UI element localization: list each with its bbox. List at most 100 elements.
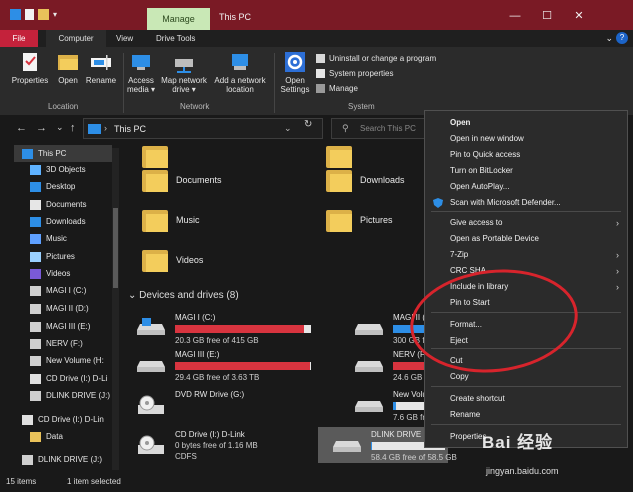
drive-item[interactable]: CD Drive (I:) D-Link 0 bytes free of 1.16… (122, 427, 312, 463)
nav-item[interactable]: Music (22, 230, 112, 247)
nav-item[interactable]: Documents (22, 196, 112, 213)
nav-item[interactable]: NERV (F:) (22, 335, 112, 352)
maximize-button[interactable]: ☐ (532, 6, 562, 26)
system-group-label: System (348, 102, 375, 111)
nav-item[interactable]: MAGI I (C:) (22, 282, 112, 299)
properties-icon (18, 51, 42, 73)
breadcrumb-chevron-icon: › (104, 123, 107, 133)
context-menu-item[interactable]: Copy (425, 369, 627, 385)
drive-name: MAGI III (E:) (175, 350, 220, 359)
context-menu-item[interactable]: Pin to Quick access (425, 147, 627, 163)
quick-access-dropdown-icon[interactable]: ▾ (53, 10, 57, 19)
minimize-button[interactable]: — (500, 6, 530, 26)
nav-item[interactable]: Data (22, 428, 112, 445)
context-menu-item[interactable]: Create shortcut (425, 391, 627, 407)
context-menu-item[interactable]: Scan with Microsoft Defender... (425, 195, 627, 211)
address-dropdown-icon[interactable]: ⌄ (284, 123, 292, 134)
context-menu-item[interactable]: 7-Zip › (425, 247, 627, 263)
context-menu-item[interactable]: Give access to › (425, 215, 627, 231)
manage-icon (316, 84, 325, 93)
drive-item[interactable]: MAGI I (C:) 20.3 GB free of 415 GB (122, 310, 312, 346)
nav-item[interactable]: 3D Objects (22, 161, 112, 178)
nav-item[interactable]: DLINK DRIVE (J:) (14, 451, 112, 468)
tab-file[interactable]: File (0, 30, 38, 47)
properties-button[interactable]: Properties (10, 51, 50, 85)
drive-icon (22, 454, 33, 465)
breadcrumb-path[interactable]: This PC (114, 124, 146, 134)
baidu-watermark: Bai 经验 jingyan.baidu.com (482, 426, 628, 488)
folder-downloads[interactable]: Downloads (326, 168, 405, 192)
drive-item[interactable]: DVD RW Drive (G:) (122, 387, 312, 423)
tab-view[interactable]: View (116, 30, 133, 47)
new-folder-icon[interactable] (38, 9, 49, 20)
rename-button[interactable]: Rename (84, 51, 118, 85)
music-folder-icon (142, 208, 168, 232)
folder-music[interactable]: Music (142, 208, 200, 232)
nav-item[interactable]: Videos (22, 265, 112, 282)
folder-videos[interactable]: Videos (142, 248, 203, 272)
help-icon[interactable]: ? (616, 32, 628, 44)
drive-usage-bar (175, 325, 311, 333)
menu-item-label: Open (450, 118, 471, 127)
ribbon-expand-icon[interactable]: ⌄ (605, 33, 613, 44)
context-menu-item[interactable]: Rename (425, 407, 627, 423)
back-button[interactable]: ← (16, 122, 27, 134)
refresh-button[interactable]: ↻ (304, 119, 312, 130)
context-menu-item[interactable]: Open AutoPlay... (425, 179, 627, 195)
nav-item-label: Desktop (46, 182, 76, 191)
system-properties-button[interactable]: System properties (316, 69, 393, 78)
recent-locations-button[interactable]: ⌄ (56, 122, 64, 133)
nav-item[interactable]: This PC (14, 145, 112, 162)
nav-item-label: Videos (46, 269, 71, 278)
manage-contextual-tab[interactable]: Manage (147, 8, 210, 30)
up-button[interactable]: ↑ (70, 122, 76, 134)
close-button[interactable]: ✕ (564, 6, 594, 26)
downloads-folder-icon (326, 168, 352, 192)
nav-scrollbar[interactable] (112, 148, 119, 470)
properties-icon[interactable] (25, 9, 34, 20)
nav-item[interactable]: Pictures (22, 248, 112, 265)
nav-item[interactable]: New Volume (H: (22, 352, 112, 369)
drive-free-space: 0 bytes free of 1.16 MB (175, 441, 258, 450)
folder-documents[interactable]: Documents (142, 168, 222, 192)
nav-item[interactable]: DLINK DRIVE (J:) (22, 387, 112, 404)
nav-scrollbar-thumb[interactable] (113, 208, 118, 288)
nav-item[interactable]: CD Drive (I:) D-Lin (14, 411, 112, 428)
address-input[interactable]: › This PC ⌄ (83, 118, 323, 139)
drive-item[interactable]: MAGI III (E:) 29.4 GB free of 3.63 TB (122, 347, 312, 383)
map-network-drive-button[interactable]: Map network drive ▾ (158, 51, 210, 94)
open-button[interactable]: Open (54, 51, 82, 85)
devices-and-drives-header[interactable]: ⌄ Devices and drives (8) (128, 290, 239, 301)
section-title: Devices and drives (8) (139, 290, 239, 301)
drive-name: MAGI I (C:) (175, 313, 216, 322)
nav-item[interactable]: MAGI III (E:) (22, 318, 112, 335)
menu-separator (431, 424, 621, 425)
access-media-button[interactable]: Access media ▾ (124, 51, 158, 94)
forward-button[interactable]: → (36, 122, 47, 134)
search-icon: ⚲ (342, 123, 349, 133)
nav-item-label: Data (46, 432, 63, 441)
context-menu-item[interactable]: Open in new window (425, 131, 627, 147)
pc-icon[interactable] (10, 9, 21, 20)
context-menu-item[interactable]: Open (425, 115, 627, 131)
add-network-location-button[interactable]: Add a network location (210, 51, 270, 94)
nav-item[interactable]: Downloads (22, 213, 112, 230)
uninstall-icon (316, 54, 325, 63)
ribbon: Properties Open Rename Location Access m… (0, 47, 633, 115)
open-settings-button[interactable]: Open Settings (278, 51, 312, 94)
hard-drive-icon (136, 318, 166, 336)
ribbon-tabs: File Computer View Drive Tools ⌄ ? (0, 30, 633, 47)
menu-item-label: Pin to Quick access (450, 150, 521, 159)
manage-button[interactable]: Manage (316, 84, 358, 93)
nav-item-label: 3D Objects (46, 165, 86, 174)
drive-usage-fill (175, 325, 305, 333)
uninstall-program-button[interactable]: Uninstall or change a program (316, 54, 436, 63)
nav-item[interactable]: CD Drive (I:) D-Li (22, 370, 112, 387)
context-menu-item[interactable]: Turn on BitLocker (425, 163, 627, 179)
folder-pictures[interactable]: Pictures (326, 208, 393, 232)
tab-computer[interactable]: Computer (46, 30, 106, 47)
hard-drive-icon (332, 435, 362, 453)
nav-item[interactable]: MAGI II (D:) (22, 300, 112, 317)
context-menu-item[interactable]: Open as Portable Device (425, 231, 627, 247)
nav-item[interactable]: Desktop (22, 178, 112, 195)
